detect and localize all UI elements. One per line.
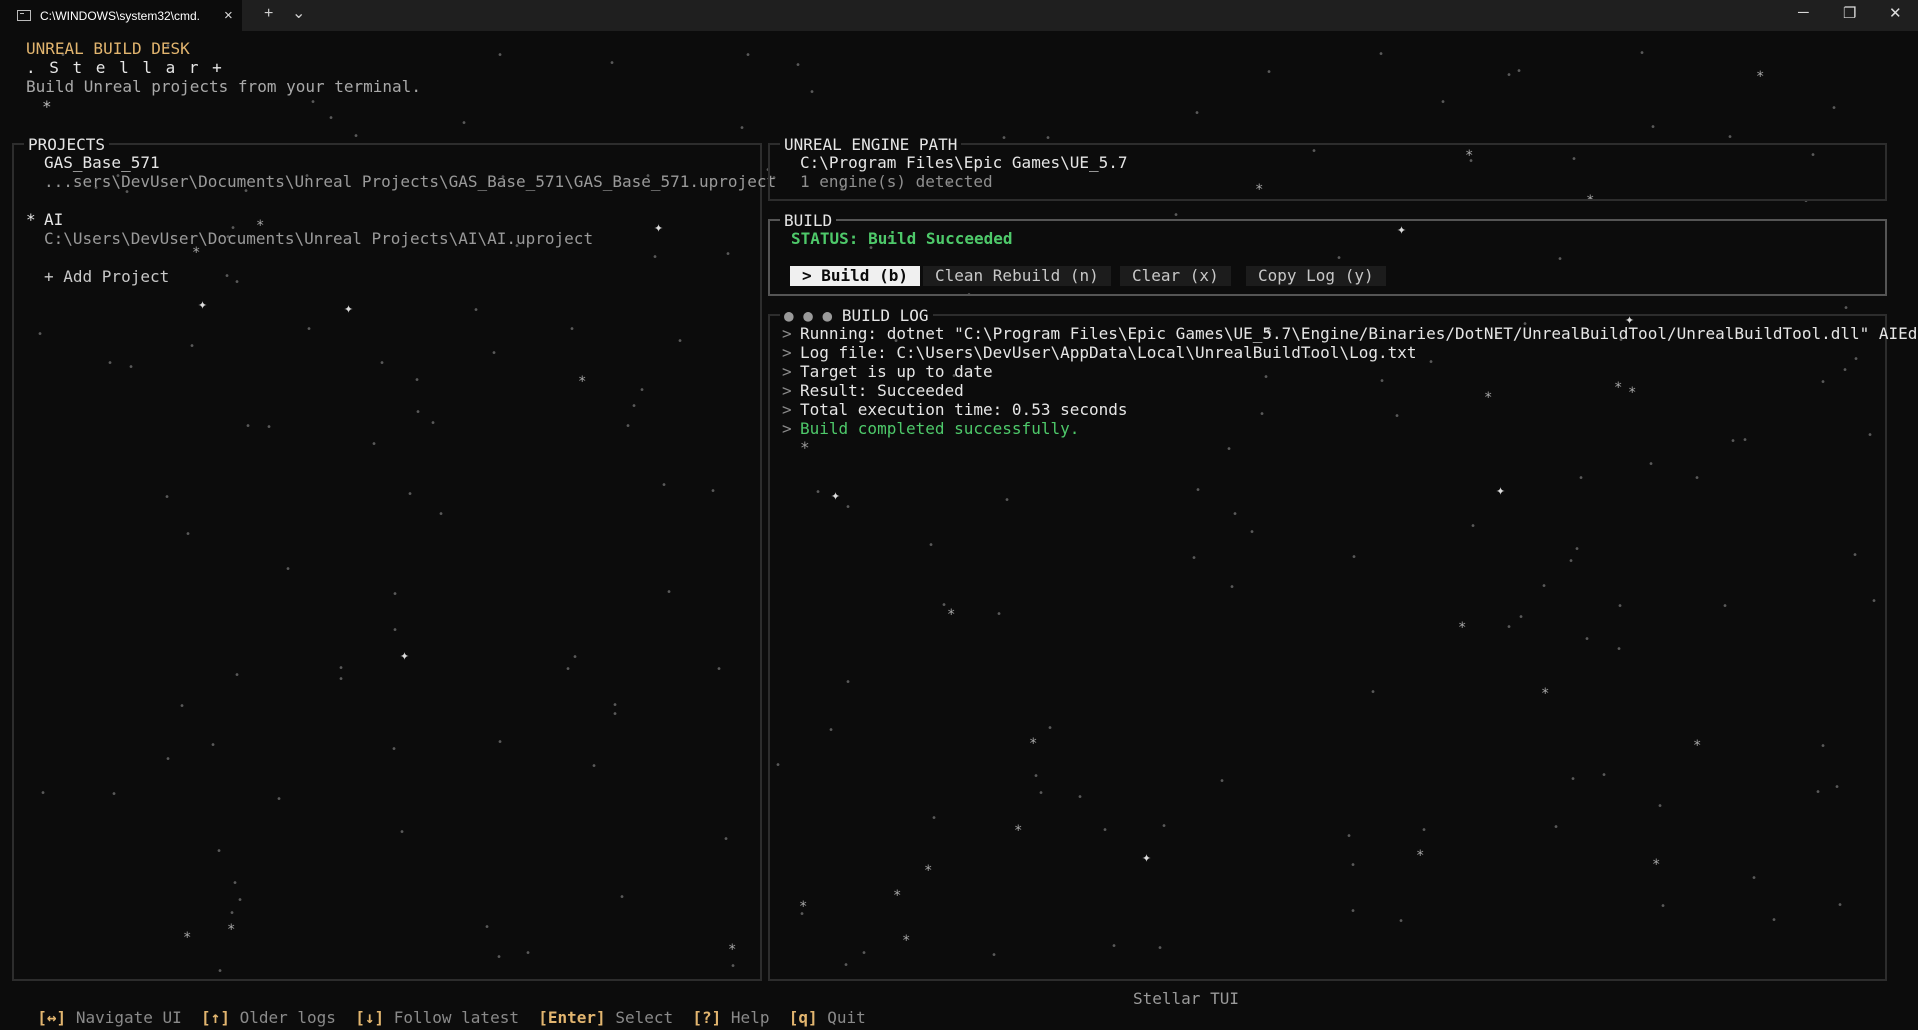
- star-icon: •: [809, 87, 816, 98]
- star-icon: •: [1194, 108, 1201, 119]
- terminal-icon: [17, 10, 31, 21]
- engine-detected-count: 1 engine(s) detected: [800, 172, 993, 191]
- star-icon: •: [1266, 67, 1273, 78]
- hint-quit: [q] Quit: [788, 1008, 866, 1027]
- tab-close-icon[interactable]: ×: [224, 7, 233, 24]
- build-log-title: BUILD LOG: [841, 306, 929, 325]
- star-icon: •: [1843, 303, 1850, 314]
- star-icon: •: [310, 97, 317, 108]
- log-line-success: Build completed successfully.: [800, 419, 1080, 438]
- add-project-button[interactable]: + Add Project: [44, 267, 169, 286]
- close-window-button[interactable]: ✕: [1889, 4, 1902, 22]
- selected-project-marker: *: [26, 210, 36, 229]
- build-log-header: ● ● ● BUILD LOG: [780, 306, 933, 325]
- hint-select: [Enter] Select: [538, 1008, 674, 1027]
- key-hints: [↔] Navigate UI [↑] Older logs [↓] Follo…: [18, 989, 866, 1027]
- log-prompt: >: [782, 324, 792, 343]
- log-line: Log file: C:\Users\DevUser\AppData\Local…: [800, 343, 1417, 362]
- tab-title: C:\WINDOWS\system32\cmd.: [40, 8, 201, 23]
- build-button[interactable]: > Build (b): [790, 266, 920, 286]
- copy-log-button[interactable]: Copy Log (y): [1246, 266, 1386, 286]
- logo-star-icon: *: [42, 97, 52, 116]
- star-icon: •: [739, 123, 746, 134]
- new-tab-button[interactable]: +: [264, 5, 273, 23]
- clear-button[interactable]: Clear (x): [1120, 266, 1231, 286]
- project-path: C:\Users\DevUser\Documents\Unreal Projec…: [44, 229, 594, 248]
- footer-app-name: Stellar TUI: [1133, 989, 1239, 1008]
- star-icon: •: [1831, 103, 1838, 114]
- project-name: GAS_Base_571: [44, 153, 160, 172]
- star-icon: •: [1506, 70, 1513, 81]
- log-cursor: *: [800, 438, 810, 457]
- star-icon: •: [795, 60, 802, 71]
- log-line: Total execution time: 0.53 seconds: [800, 400, 1128, 419]
- chevron-down-icon[interactable]: ⌄: [292, 3, 305, 23]
- star-icon: •: [1440, 97, 1447, 108]
- star-icon: •: [1378, 49, 1385, 60]
- minimize-button[interactable]: ─: [1798, 4, 1809, 21]
- hint-help: [?] Help: [692, 1008, 770, 1027]
- log-line: Target is up to date: [800, 362, 993, 381]
- star-icon: •: [1650, 122, 1657, 133]
- log-line: Running: dotnet "C:\Program Files\Epic G…: [800, 324, 1918, 343]
- build-status: STATUS: Build Succeeded: [791, 229, 1013, 248]
- star-icon: •: [609, 58, 616, 69]
- hint-older-logs: [↑] Older logs: [201, 1008, 336, 1027]
- clean-rebuild-button[interactable]: Clean Rebuild (n): [923, 266, 1111, 286]
- terminal-tab[interactable]: C:\WINDOWS\system32\cmd. ×: [0, 0, 242, 31]
- star-icon: •: [461, 118, 468, 129]
- app-title: UNREAL BUILD DESK: [26, 39, 190, 58]
- hint-follow-latest: [↓] Follow latest: [355, 1008, 519, 1027]
- maximize-button[interactable]: ❐: [1843, 4, 1856, 22]
- star-icon: •: [328, 113, 335, 124]
- log-line: Result: Succeeded: [800, 381, 964, 400]
- log-prompt: >: [782, 343, 792, 362]
- star-icon: •: [1639, 48, 1646, 59]
- app-tagline: Build Unreal projects from your terminal…: [26, 77, 421, 96]
- projects-title: PROJECTS: [24, 135, 110, 154]
- engine-path-title: UNREAL ENGINE PATH: [780, 135, 962, 154]
- star-icon: •: [353, 131, 360, 142]
- title-bar: C:\WINDOWS\system32\cmd. × + ⌄ ─ ❐ ✕: [0, 0, 1918, 31]
- window-dots-icon: ● ● ●: [784, 306, 833, 325]
- log-prompt: >: [782, 381, 792, 400]
- star-icon: •: [1727, 132, 1734, 143]
- star-icon: *: [1756, 69, 1765, 85]
- app-logo: . S t e l l a r +: [26, 58, 224, 77]
- engine-path-value[interactable]: C:\Program Files\Epic Games\UE_5.7: [800, 153, 1128, 172]
- project-name: AI: [44, 210, 64, 229]
- hint-navigate: [↔] Navigate UI: [37, 1008, 182, 1027]
- log-prompt: >: [782, 400, 792, 419]
- log-prompt: >: [782, 419, 792, 438]
- star-icon: •: [745, 50, 752, 61]
- log-prompt: >: [782, 362, 792, 381]
- project-path: ...sers\DevUser\Documents\Unreal Project…: [44, 172, 777, 191]
- build-title: BUILD: [780, 211, 837, 230]
- star-icon: •: [1516, 66, 1523, 77]
- star-icon: •: [497, 50, 504, 61]
